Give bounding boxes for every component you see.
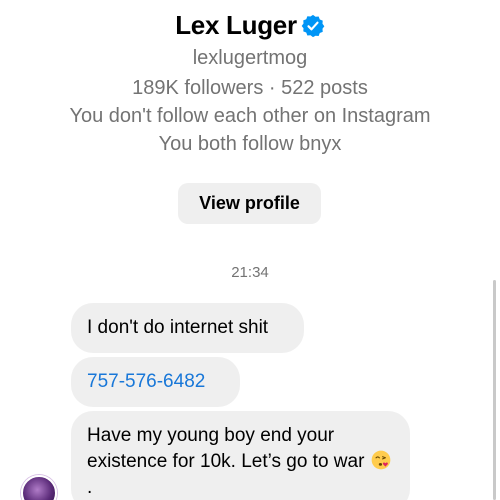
message-timestamp: 21:34 <box>231 264 269 281</box>
profile-name-row: Lex Luger <box>0 10 500 41</box>
message-text: I don't do internet shit <box>87 317 269 338</box>
avatar[interactable] <box>21 475 57 500</box>
verified-badge-icon <box>301 14 325 37</box>
message-bubble-phone[interactable]: 757-576-6482 <box>71 357 240 407</box>
message-bubble[interactable]: Have my young boy end your existence for… <box>71 411 410 500</box>
view-profile-button[interactable]: View profile <box>178 183 321 224</box>
profile-name: Lex Luger <box>175 10 297 40</box>
message-text: Have my young boy end your existence for… <box>87 425 365 472</box>
follow-status: You don't follow each other on Instagram <box>69 105 431 127</box>
message-suffix: . <box>87 477 93 498</box>
kissing-face-with-heart-emoji-icon <box>371 450 391 470</box>
profile-username: lexlugertmog <box>192 47 308 69</box>
scrollbar[interactable] <box>493 280 496 500</box>
profile-stats: 189K followers · 522 posts <box>132 77 368 99</box>
message-bubble[interactable]: I don't do internet shit <box>71 303 304 353</box>
phone-number-link[interactable]: 757-576-6482 <box>87 371 205 392</box>
mutual-follow: You both follow bnyx <box>158 133 342 155</box>
